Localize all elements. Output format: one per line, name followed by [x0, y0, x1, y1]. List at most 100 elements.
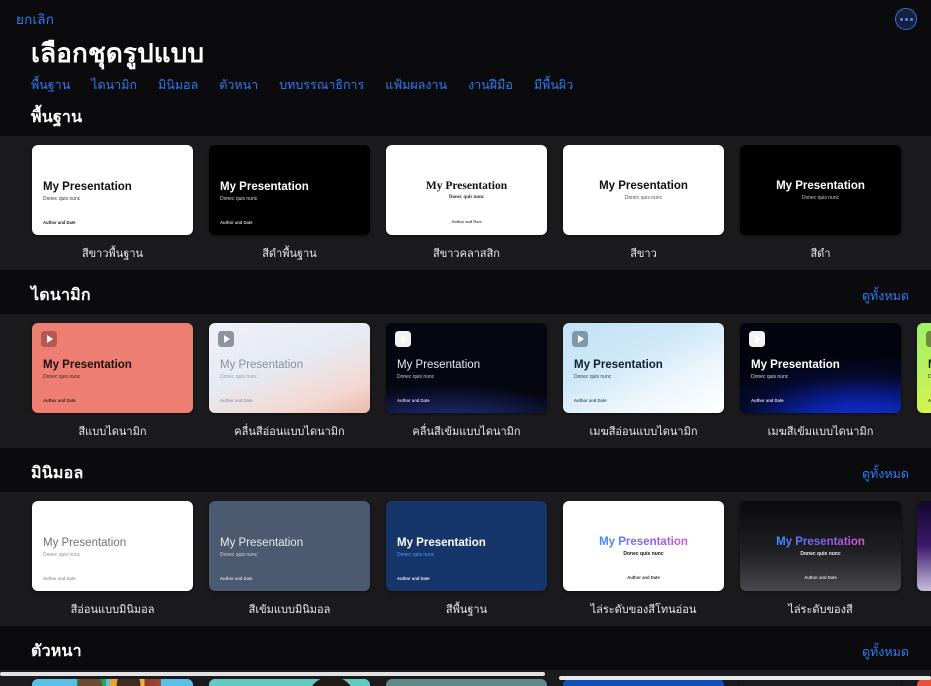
theme-row-dynamic[interactable]: My Presentation Donec quis nunc Author a…: [0, 323, 931, 440]
theme-card[interactable]: My Presentation Donec quis nunc Author a…: [32, 145, 193, 262]
theme-card[interactable]: DONEC QUIS NUNC MY PRESENTATION Donec qu…: [32, 679, 193, 686]
slide-subtitle: Donec quis nunc: [220, 196, 359, 202]
horizontal-scrollbar[interactable]: [0, 672, 545, 676]
theme-caption: คลื่นสีเข้มแบบไดนามิก: [386, 422, 547, 440]
theme-card[interactable]: My Presentation Donec quis nunc Author a…: [386, 323, 547, 440]
slide-footer: Author and Date: [397, 576, 536, 581]
page-title: เลือกชุดรูปแบบ: [0, 38, 931, 70]
section-dynamic: ไดนามิก ดูทั้งหมด My Presentation Donec …: [0, 283, 931, 448]
theme-row-bold[interactable]: DONEC QUIS NUNC MY PRESENTATION Donec qu…: [0, 679, 931, 686]
theme-thumbnail: DONEC QUIS NUNC MY PRESENTATION Donec qu…: [32, 679, 193, 686]
see-all-link[interactable]: ดูทั้งหมด: [862, 642, 909, 662]
tab-minimal[interactable]: มินิมอล: [158, 79, 198, 93]
slide-title: My Presentation: [599, 180, 688, 193]
tab-handcrafted[interactable]: งานฝีมือ: [468, 79, 513, 93]
theme-card[interactable]: My Presentation Donec quis nunc Author a…: [209, 501, 370, 618]
slide-preview: My Presentation Donec quis nunc Author a…: [563, 323, 724, 413]
section-minimal: มินิมอล ดูทั้งหมด My Presentation Donec …: [0, 461, 931, 626]
theme-card[interactable]: My Presentation Donec quis nunc Author a…: [386, 501, 547, 618]
slide-preview: My Presentation Donec quis nunc Author a…: [32, 323, 193, 413]
theme-thumbnail: [917, 501, 931, 591]
section-title: ไดนามิก: [31, 283, 91, 308]
theme-thumbnail: Donec quis nunc: [563, 679, 724, 686]
theme-thumbnail: My Presentation Donec quis nunc Author a…: [917, 323, 931, 413]
theme-thumbnail: My Presentation Donec quis nunc: [563, 145, 724, 235]
theme-card[interactable]: My Presentation Donec quis nunc Author a…: [740, 501, 901, 618]
slide-subtitle: Donec quis nunc: [623, 551, 663, 557]
theme-card[interactable]: My Presentation Donec quis nunc สีขาว: [563, 145, 724, 262]
slide-title: My Presentation: [776, 180, 865, 193]
tab-editorial[interactable]: บทบรรณาธิการ: [279, 79, 364, 93]
theme-card[interactable]: My Presentation Donec quis nunc Author a…: [32, 323, 193, 440]
theme-card[interactable]: DONEC QUIS NUNC MY PRESENTATION: [740, 679, 901, 686]
cancel-button[interactable]: ยกเลิก: [16, 11, 54, 27]
slide-footer: Author and Date: [220, 576, 359, 581]
theme-caption: ไล่ระดับของสี: [740, 600, 901, 618]
row-band: My Presentation Donec quis nunc Author a…: [0, 492, 931, 626]
slide-preview: My Presentation Donec quis nunc Author a…: [386, 323, 547, 413]
theme-card[interactable]: My Presentation Donec quis nunc Author a…: [209, 323, 370, 440]
dot: [900, 18, 903, 21]
theme-caption: เมฆสีอ่อนแบบไดนามิก: [563, 422, 724, 440]
theme-thumbnail: Donec quis nunc MY PRESENTATION: [386, 679, 547, 686]
theme-card[interactable]: Donec quis nunc MY PRESENTATION: [386, 679, 547, 686]
slide-subtitle: Donec quis nunc: [751, 374, 890, 380]
theme-row-basic[interactable]: My Presentation Donec quis nunc Author a…: [0, 145, 931, 262]
theme-thumbnail: My Presentation Donec quis nunc Author a…: [563, 323, 724, 413]
theme-card[interactable]: My Presentation Donec quis nunc Author a…: [917, 323, 931, 422]
see-all-link[interactable]: ดูทั้งหมด: [862, 286, 909, 306]
theme-card[interactable]: My Presentation Donec quis nunc สีดำ: [740, 145, 901, 262]
section-title: พื้นฐาน: [31, 105, 82, 130]
ellipsis-icon[interactable]: [895, 8, 917, 30]
slide-footer: Author and Date: [386, 219, 547, 224]
slide-preview: My Presentation Donec quis nunc Author a…: [917, 323, 931, 413]
dot: [910, 18, 913, 21]
theme-caption: สีพื้นฐาน: [386, 600, 547, 618]
theme-caption: เมฆสีเข้มแบบไดนามิก: [740, 422, 901, 440]
theme-card[interactable]: [917, 501, 931, 600]
slide-preview: Donec quis nunc MY PRESENTATION: [386, 679, 547, 686]
slide-preview: My Presentation Donec quis nunc Author a…: [740, 323, 901, 413]
slide-subtitle: Donec quis nunc: [220, 374, 359, 380]
see-all-link[interactable]: ดูทั้งหมด: [862, 464, 909, 484]
theme-thumbnail: My Presentation Donec quis nunc Author a…: [209, 501, 370, 591]
slide-title: My Presentation: [43, 181, 182, 194]
theme-card[interactable]: [917, 679, 931, 686]
section-header: มินิมอล ดูทั้งหมด: [0, 461, 931, 487]
slide-subtitle: Donec quis nunc: [625, 195, 662, 201]
theme-thumbnail: My Presentation Donec quis nunc Author a…: [740, 501, 901, 591]
theme-thumbnail: My Presentation Donec quis nunc: [740, 145, 901, 235]
horizontal-scrollbar-secondary[interactable]: [559, 676, 931, 680]
theme-card[interactable]: My Presentation Donec quis nunc Author a…: [209, 145, 370, 262]
slide-subtitle: Donec quis nunc: [397, 552, 536, 558]
slide-preview: My Presentation Donec quis nunc: [740, 145, 901, 235]
slide-title: My Presentation: [43, 359, 182, 372]
slide-title: My Presentation: [220, 181, 359, 194]
tab-textured[interactable]: มีพื้นผิว: [534, 79, 573, 93]
theme-card[interactable]: My Presentation Donec quis nunc Author a…: [32, 501, 193, 618]
theme-card[interactable]: MY PRESENTATION DONEC QUIS NUNC: [209, 679, 370, 686]
theme-thumbnail: DONEC QUIS NUNC MY PRESENTATION: [740, 679, 901, 686]
slide-footer: Author and Date: [574, 398, 713, 403]
slide-title: My Presentation: [220, 537, 359, 550]
theme-caption: สีเข้มแบบมินิมอล: [209, 600, 370, 618]
theme-card[interactable]: My Presentation Donec quis nunc Author a…: [740, 323, 901, 440]
theme-thumbnail: My Presentation Donec quis nunc Author a…: [563, 501, 724, 591]
slide-subtitle: Donec quis nunc: [397, 374, 536, 380]
slide-preview: My Presentation Donec quis nunc Author a…: [386, 501, 547, 591]
slide-subtitle: Donec quis nunc: [802, 195, 839, 201]
theme-card[interactable]: Donec quis nunc: [563, 679, 724, 686]
tab-basic[interactable]: พื้นฐาน: [31, 79, 70, 93]
tab-bold[interactable]: ตัวหนา: [219, 79, 258, 93]
theme-card[interactable]: My Presentation Donec quis nunc Author a…: [563, 501, 724, 618]
theme-card[interactable]: My Presentation Donec quis nunc Author a…: [386, 145, 547, 262]
slide-title: My Presentation: [599, 536, 688, 549]
theme-card[interactable]: My Presentation Donec quis nunc Author a…: [563, 323, 724, 440]
slide-title: My Presentation: [776, 536, 865, 549]
slide-title: My Presentation: [43, 537, 182, 550]
tab-dynamic[interactable]: ไดนามิก: [91, 79, 137, 93]
theme-row-minimal[interactable]: My Presentation Donec quis nunc Author a…: [0, 501, 931, 618]
theme-thumbnail: My Presentation Donec quis nunc Author a…: [32, 145, 193, 235]
tab-portfolio[interactable]: แฟ้มผลงาน: [385, 79, 447, 93]
slide-subtitle: Donec quis nunc: [800, 551, 840, 557]
